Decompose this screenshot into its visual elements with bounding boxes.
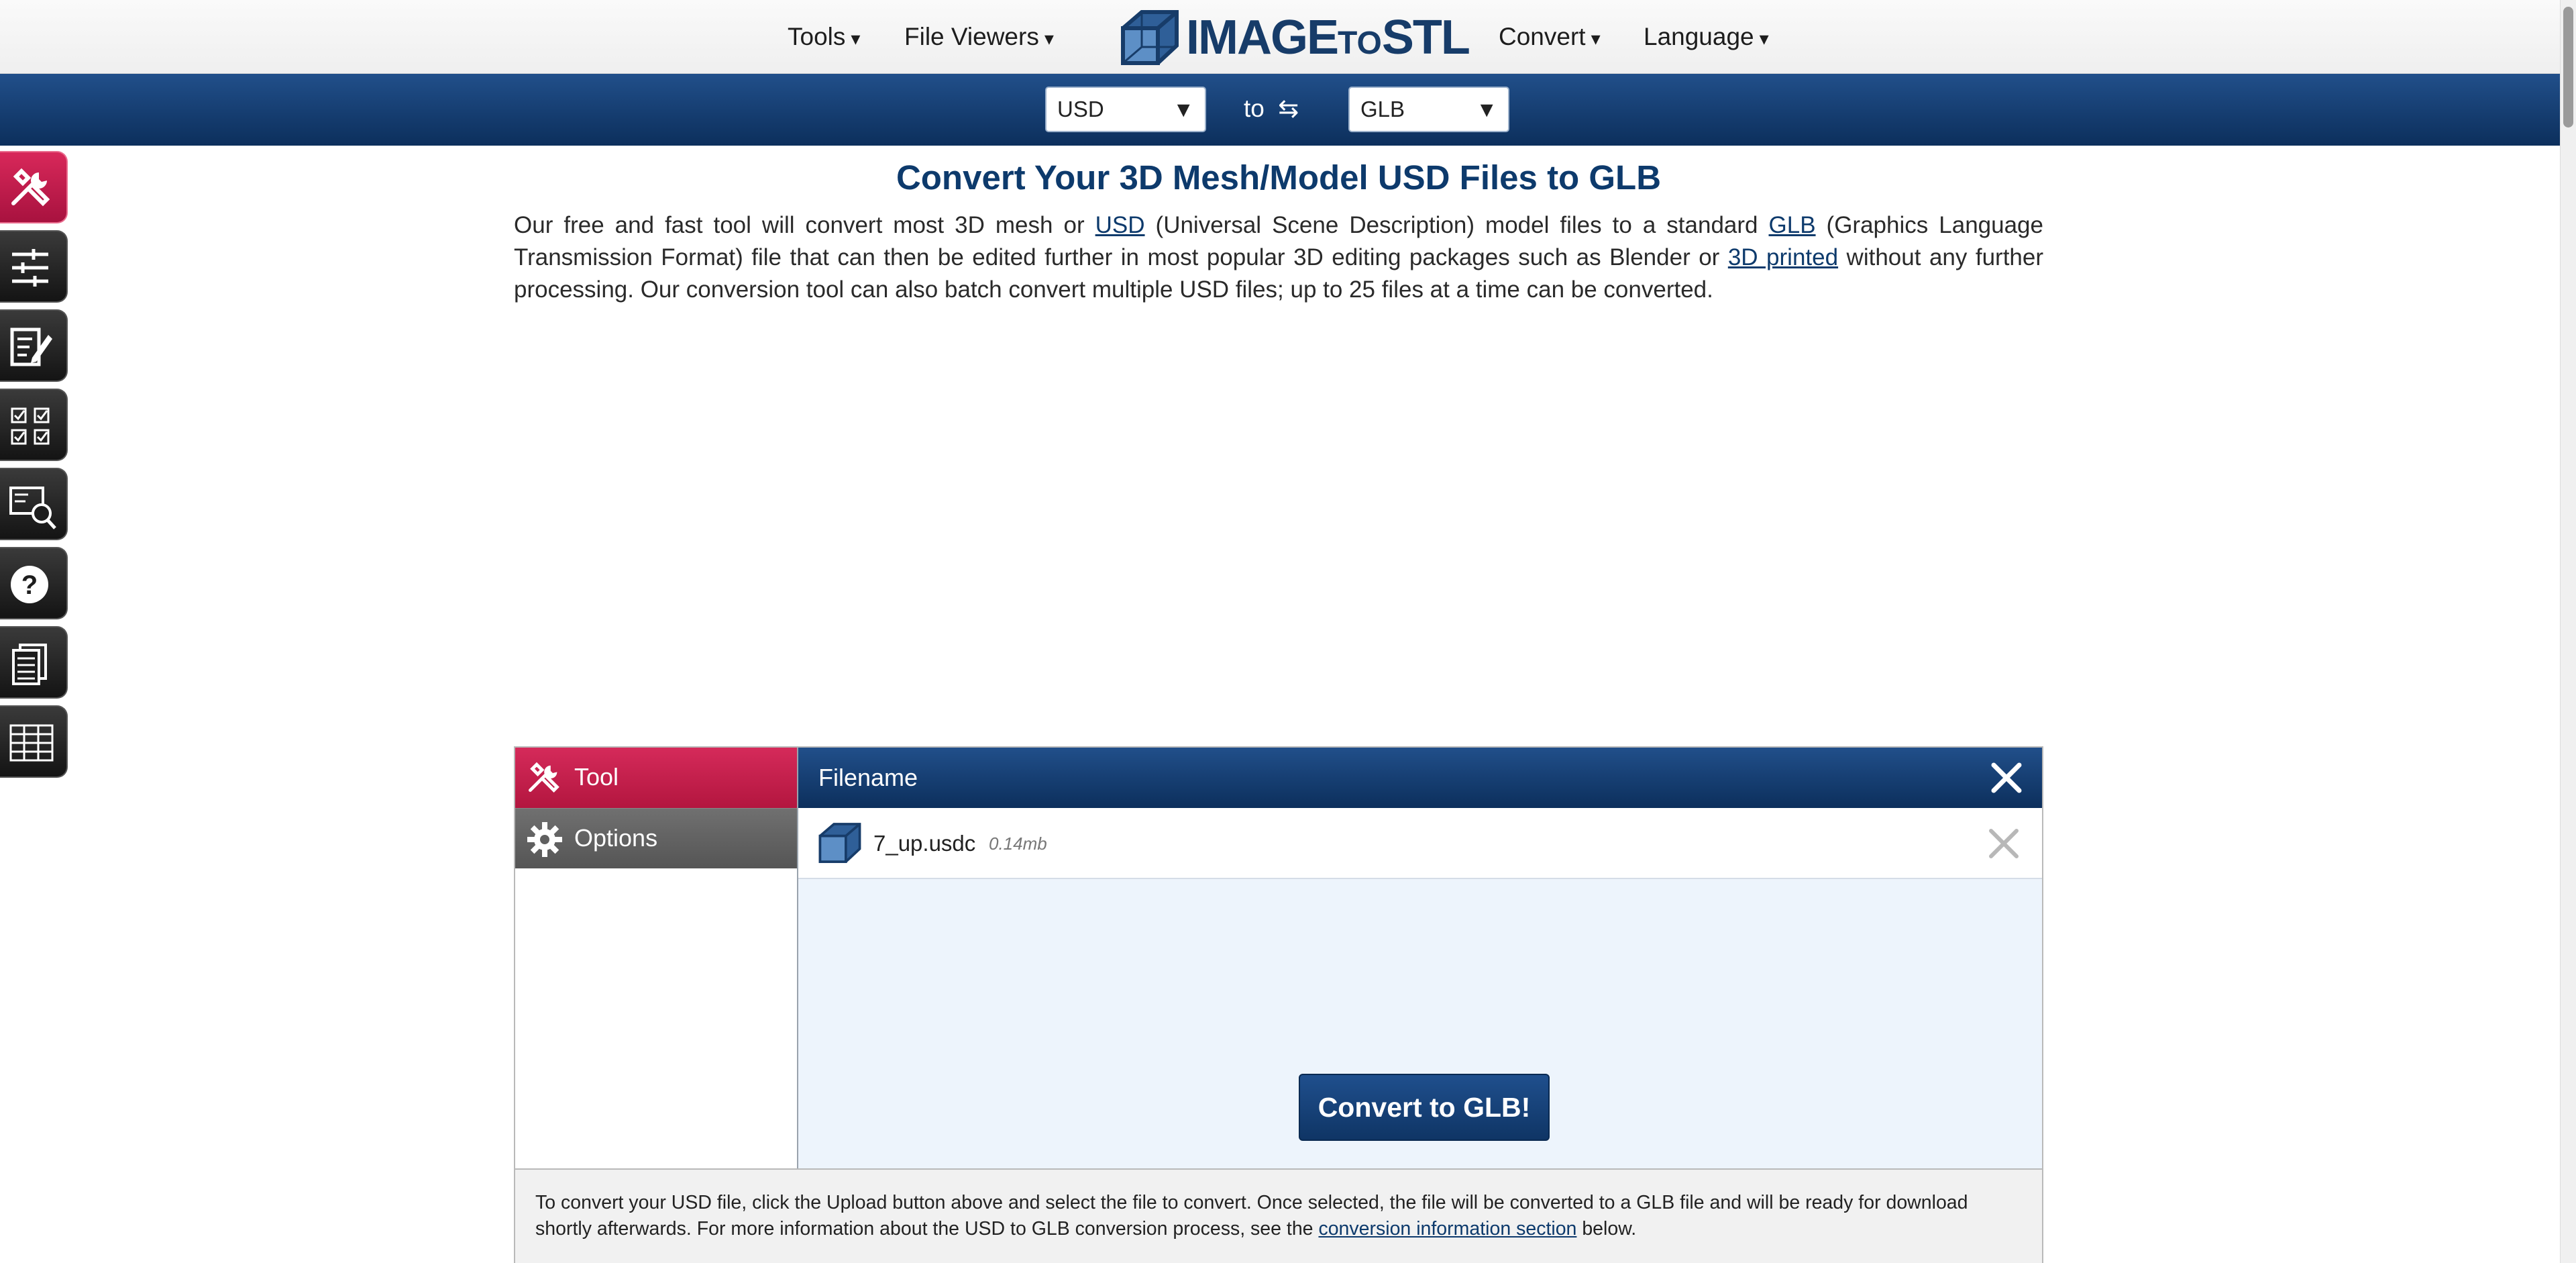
close-icon bbox=[1991, 762, 2022, 793]
file-name: 7_up.usdc bbox=[873, 831, 976, 856]
logo-word-image: IMAGE bbox=[1186, 11, 1339, 64]
sidebar-tools-button[interactable] bbox=[0, 151, 68, 223]
intro-text: Our free and fast tool will convert most… bbox=[514, 212, 1095, 238]
intro-text: (Universal Scene Description) model file… bbox=[1144, 212, 1769, 238]
svg-text:?: ? bbox=[21, 570, 38, 600]
file-list-item: 7_up.usdc 0.14mb bbox=[798, 808, 2042, 879]
nav-language-label: Language bbox=[1644, 23, 1754, 50]
help-icon: ? bbox=[11, 566, 48, 603]
from-format-value: USD bbox=[1057, 97, 1104, 121]
logo-wordmark: IMAGETOSTL bbox=[1186, 11, 1470, 70]
to-format-value: GLB bbox=[1360, 97, 1405, 121]
tab-tool[interactable]: Tool bbox=[515, 748, 797, 808]
sidebar-inspect-button[interactable] bbox=[0, 468, 68, 540]
sidebar-documents-button[interactable] bbox=[0, 626, 68, 699]
tools-icon bbox=[11, 168, 50, 207]
to-format-select[interactable]: GLB ▼ bbox=[1348, 87, 1509, 132]
logo-word-to: TO bbox=[1338, 26, 1382, 61]
instructions-tail: below. bbox=[1576, 1218, 1637, 1240]
sidebar-edit-button[interactable] bbox=[0, 309, 68, 382]
chevron-down-icon: ▾ bbox=[1759, 28, 1769, 49]
dropdown-arrow-icon: ▼ bbox=[1476, 97, 1497, 121]
page-scrollbar[interactable] bbox=[2560, 0, 2576, 1263]
nav-tools-menu[interactable]: Tools ▾ bbox=[788, 20, 860, 54]
convert-button[interactable]: Convert to GLB! bbox=[1299, 1074, 1550, 1141]
to-label: to bbox=[1244, 95, 1265, 122]
file-size: 0.14mb bbox=[989, 833, 1047, 854]
checklist-icon bbox=[11, 407, 50, 445]
glb-link[interactable]: GLB bbox=[1769, 212, 1816, 238]
logo-word-stl: STL bbox=[1381, 11, 1470, 64]
sidebar-help-button[interactable]: ? bbox=[0, 547, 68, 619]
scrollbar-thumb[interactable] bbox=[2563, 7, 2573, 128]
nav-convert-label: Convert bbox=[1499, 23, 1586, 50]
edit-document-icon bbox=[10, 327, 52, 366]
clear-all-files-button[interactable] bbox=[1988, 760, 2025, 796]
site-logo[interactable]: IMAGETOSTL bbox=[1119, 7, 1470, 67]
file-list-header: Filename bbox=[798, 748, 2042, 808]
sidebar-table-button[interactable] bbox=[0, 705, 68, 778]
swap-arrows-icon: ⇆ bbox=[1278, 95, 1299, 122]
chevron-down-icon: ▾ bbox=[1591, 28, 1601, 49]
instructions-text: To convert your USD file, click the Uplo… bbox=[515, 1168, 2042, 1263]
sliders-icon bbox=[12, 249, 48, 287]
table-grid-icon bbox=[9, 724, 54, 762]
nav-file-viewers-label: File Viewers bbox=[904, 23, 1039, 50]
cube-logo-icon bbox=[1121, 10, 1179, 65]
3d-model-file-icon bbox=[818, 823, 861, 863]
close-icon bbox=[1989, 829, 2019, 858]
nav-tools-label: Tools bbox=[788, 23, 846, 50]
nav-language-menu[interactable]: Language ▾ bbox=[1644, 20, 1769, 54]
file-list-area[interactable]: Filename 7_up.usdc 0.14mb Convert to GLB bbox=[798, 748, 2042, 1168]
filename-column-header: Filename bbox=[818, 764, 918, 791]
usd-link[interactable]: USD bbox=[1095, 212, 1145, 238]
conversion-info-link[interactable]: conversion information section bbox=[1318, 1218, 1576, 1240]
intro-paragraph: Our free and fast tool will convert most… bbox=[514, 209, 2043, 306]
gear-icon bbox=[527, 822, 562, 857]
3d-printed-link[interactable]: 3D printed bbox=[1728, 244, 1838, 270]
swap-formats[interactable]: to ⇆ bbox=[1244, 89, 1299, 129]
tab-tool-label: Tool bbox=[574, 763, 619, 791]
search-document-icon bbox=[9, 487, 56, 529]
tab-options[interactable]: Options bbox=[515, 808, 797, 868]
dropdown-arrow-icon: ▼ bbox=[1173, 97, 1194, 121]
chevron-down-icon: ▾ bbox=[851, 28, 861, 49]
tools-icon bbox=[529, 762, 559, 793]
top-navigation: Tools ▾ File Viewers ▾ IMAGETOSTL Convert ▾… bbox=[0, 0, 2560, 74]
chevron-down-icon: ▾ bbox=[1044, 28, 1054, 49]
format-selector-bar: USD ▼ to ⇆ GLB ▼ bbox=[0, 74, 2560, 146]
nav-file-viewers-menu[interactable]: File Viewers ▾ bbox=[904, 20, 1054, 54]
page-title: Convert Your 3D Mesh/Model USD Files to … bbox=[896, 158, 1662, 197]
remove-file-button[interactable] bbox=[1986, 825, 2022, 862]
documents-icon bbox=[12, 644, 47, 685]
instructions-body: To convert your USD file, click the Uplo… bbox=[535, 1192, 1968, 1240]
sidebar-checklist-button[interactable] bbox=[0, 389, 68, 461]
converter-panel: Tool Options Filename 7_up.usdc 0.14mb C… bbox=[514, 746, 2043, 1263]
nav-convert-menu[interactable]: Convert ▾ bbox=[1499, 20, 1601, 54]
sidebar-options-button[interactable] bbox=[0, 230, 68, 303]
from-format-select[interactable]: USD ▼ bbox=[1045, 87, 1206, 132]
tab-options-label: Options bbox=[574, 824, 658, 852]
